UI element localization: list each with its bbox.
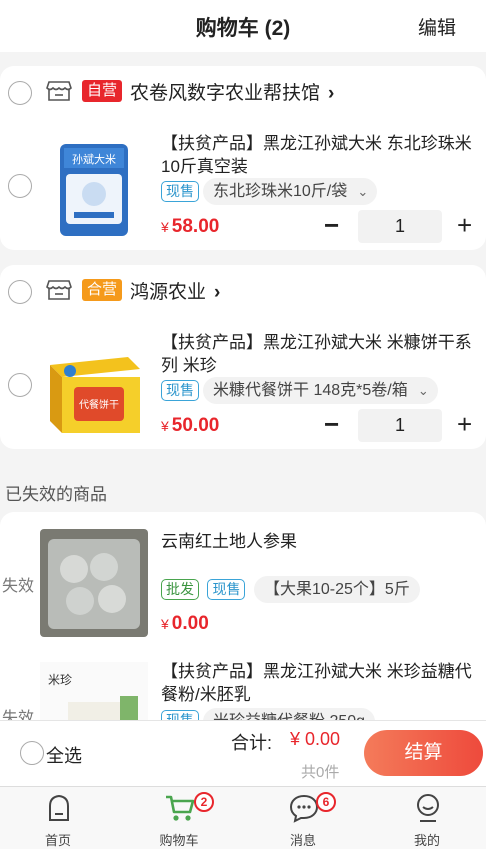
shop-name-link[interactable]: 农卷风数字农业帮扶馆 ›	[130, 78, 334, 105]
total-value: ¥ 0.00	[290, 729, 341, 749]
spec-text: 【大果10-25个】5斤	[254, 576, 420, 603]
product-title[interactable]: 【扶贫产品】黑龙江孙斌大米 米珍益糖代餐粉/米胚乳	[161, 660, 476, 706]
price-value: 50.00	[171, 415, 220, 436]
shop-card: 自营 农卷风数字农业帮扶馆 › 孙斌大米 【扶贫产品】黑龙江孙斌大米 东北珍珠米1…	[0, 66, 486, 250]
tag-wholesale: 批发	[161, 579, 199, 600]
product-image[interactable]	[40, 529, 148, 637]
invalid-section-title: 已失效的商品	[5, 485, 107, 504]
spec-text: 东北珍珠米10斤/袋	[213, 183, 348, 200]
product-image[interactable]: 代餐饼干	[40, 335, 148, 443]
currency-symbol: ¥	[161, 616, 169, 632]
product-tags: 现售	[161, 181, 199, 202]
increase-qty-button[interactable]: +	[457, 212, 472, 238]
price-value: 58.00	[171, 216, 220, 237]
shop-header: 自营 农卷风数字农业帮扶馆 ›	[0, 66, 486, 118]
tag-in-stock: 现售	[161, 380, 199, 401]
profile-icon	[417, 794, 439, 822]
page-title: 购物车 (2)	[195, 17, 291, 40]
svg-text:孙斌大米: 孙斌大米	[72, 152, 116, 166]
bottom-tab-bar: 首页 2 购物车 6 消息 我的	[0, 786, 486, 849]
shop-name: 鸿源农业	[130, 282, 207, 303]
spec-selector[interactable]: 东北珍珠米10斤/袋 ⌄	[203, 178, 378, 205]
header: 购物车 (2) 编辑	[0, 0, 486, 52]
decrease-qty-button[interactable]: −	[324, 411, 339, 437]
decrease-qty-button[interactable]: −	[324, 212, 339, 238]
quantity-input[interactable]: 1	[358, 210, 442, 243]
tag-in-stock: 现售	[161, 181, 199, 202]
store-type-badge: 合营	[82, 279, 123, 301]
spec-text: 米糠代餐饼干 148克*5卷/箱	[213, 382, 408, 399]
tab-label: 购物车	[159, 833, 199, 848]
shop-select-radio[interactable]	[8, 280, 32, 304]
product-tags: 批发 现售	[161, 579, 246, 600]
store-icon	[46, 81, 72, 101]
product-image[interactable]: 米珍	[40, 662, 148, 722]
item-count: 共0件	[301, 764, 340, 781]
home-icon	[49, 794, 69, 821]
chevron-right-icon: ›	[328, 83, 335, 104]
total-label: 合计:	[231, 733, 273, 753]
select-all-radio[interactable]	[20, 741, 44, 765]
product-price: ¥58.00	[161, 216, 219, 238]
product-image[interactable]: 孙斌大米	[40, 134, 148, 242]
product-tags: 现售	[161, 380, 199, 401]
checkout-button[interactable]: 结算	[364, 730, 483, 776]
store-icon	[46, 280, 72, 300]
price-value: 0.00	[171, 613, 209, 634]
invalid-label: 失效	[2, 578, 35, 595]
invalid-item-card: 失效 云南红土地人参果 批发 现售 【大果10-25个】5斤 ¥0.00 失效 …	[0, 512, 486, 722]
tab-label: 我的	[413, 833, 440, 848]
product-title[interactable]: 【扶贫产品】黑龙江孙斌大米 米糠饼干系列 米珍	[161, 331, 476, 377]
tab-home[interactable]: 首页	[18, 787, 98, 849]
cart-icon	[166, 795, 195, 821]
chevron-down-icon: ⌄	[417, 383, 429, 398]
chevron-down-icon: ⌄	[357, 184, 369, 199]
tag-in-stock: 现售	[207, 579, 246, 600]
checkout-bar: 全选 合计: ¥ 0.00 共0件 结算	[0, 720, 486, 786]
item-select-radio[interactable]	[8, 373, 32, 397]
shop-card: 合营 鸿源农业 › 代餐饼干 【扶贫产品】黑龙江孙斌大米 米糠饼干系列 米珍 现售…	[0, 265, 486, 449]
shop-header: 合营 鸿源农业 ›	[0, 265, 486, 317]
edit-button[interactable]: 编辑	[418, 13, 456, 40]
select-all-label[interactable]: 全选	[46, 742, 82, 768]
spec-selector[interactable]: 米糠代餐饼干 148克*5卷/箱 ⌄	[203, 377, 438, 404]
chevron-right-icon: ›	[214, 282, 221, 303]
currency-symbol: ¥	[161, 219, 169, 235]
shop-name-link[interactable]: 鸿源农业 ›	[130, 277, 220, 304]
cart-count-badge: 2	[194, 792, 214, 812]
message-icon	[289, 794, 319, 823]
currency-symbol: ¥	[161, 418, 169, 434]
item-select-radio[interactable]	[8, 174, 32, 198]
shop-name: 农卷风数字农业帮扶馆	[130, 83, 321, 104]
svg-text:米珍: 米珍	[48, 673, 72, 687]
quantity-input[interactable]: 1	[358, 409, 442, 442]
tab-label: 消息	[289, 833, 316, 848]
product-price: ¥50.00	[161, 415, 219, 437]
product-title[interactable]: 【扶贫产品】黑龙江孙斌大米 东北珍珠米10斤真空装	[161, 132, 476, 178]
tab-cart[interactable]: 2 购物车	[139, 787, 219, 849]
shop-select-radio[interactable]	[8, 81, 32, 105]
tab-label: 首页	[44, 833, 71, 848]
product-title[interactable]: 云南红土地人参果	[161, 530, 476, 553]
store-type-badge: 自营	[82, 80, 123, 102]
message-count-badge: 6	[316, 792, 336, 812]
increase-qty-button[interactable]: +	[457, 411, 472, 437]
tab-profile[interactable]: 我的	[387, 787, 467, 849]
tab-messages[interactable]: 6 消息	[263, 787, 343, 849]
svg-text:代餐饼干: 代餐饼干	[79, 398, 119, 411]
product-price: ¥0.00	[161, 613, 209, 635]
